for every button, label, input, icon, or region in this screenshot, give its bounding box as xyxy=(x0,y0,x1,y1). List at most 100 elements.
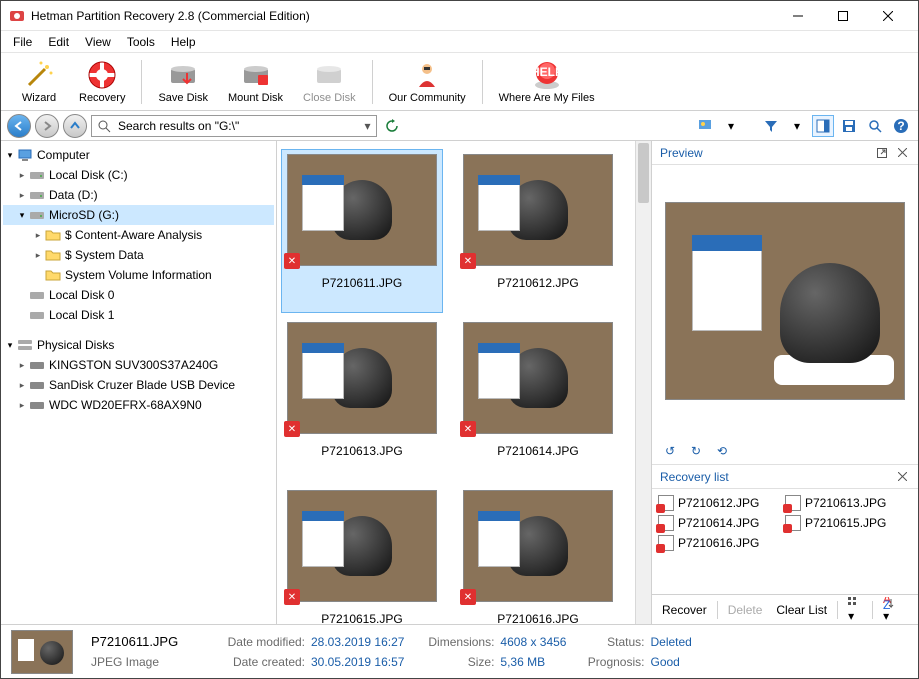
scrollbar[interactable] xyxy=(635,141,651,624)
status-created: 30.05.2019 16:57 xyxy=(311,655,404,669)
menu-help[interactable]: Help xyxy=(163,32,204,52)
wand-icon xyxy=(23,59,55,91)
preview-toggle[interactable] xyxy=(812,115,834,137)
recovery-list-item[interactable]: P7210614.JPG xyxy=(658,513,785,533)
thumbnail-image: ✕ xyxy=(287,490,437,602)
status-status: Deleted xyxy=(650,635,691,649)
tree-system-data[interactable]: ▸$ System Data xyxy=(3,245,274,265)
help-button[interactable]: ? xyxy=(890,115,912,137)
disk-close-icon xyxy=(313,59,345,91)
search-button[interactable] xyxy=(864,115,886,137)
thumbnail-image: ✕ xyxy=(463,322,613,434)
address-dropdown[interactable]: ▾ xyxy=(360,119,376,133)
tree-svi[interactable]: ▸System Volume Information xyxy=(3,265,274,285)
filter-button[interactable] xyxy=(760,115,782,137)
tree-physical[interactable]: ▾Physical Disks xyxy=(3,335,274,355)
close-button[interactable] xyxy=(865,2,910,30)
folder-icon xyxy=(45,227,61,243)
nav-back-button[interactable] xyxy=(7,114,31,138)
file-list: ✕P7210611.JPG✕P7210612.JPG✕P7210613.JPG✕… xyxy=(277,141,652,624)
clear-list-button[interactable]: Clear List xyxy=(772,601,831,619)
recovery-list-item[interactable]: P7210613.JPG xyxy=(785,493,912,513)
refresh-button[interactable] xyxy=(381,115,403,137)
file-thumbnail[interactable]: ✕P7210614.JPG xyxy=(457,317,619,481)
rotate-right-button[interactable]: ↻ xyxy=(688,443,704,459)
toolbar-separator xyxy=(482,60,483,104)
deleted-badge: ✕ xyxy=(284,421,300,437)
recovery-list-item[interactable]: P7210616.JPG xyxy=(658,533,785,553)
thumbnail-label: P7210612.JPG xyxy=(497,276,578,290)
svg-text:?: ? xyxy=(897,119,904,133)
recovery-list-close[interactable] xyxy=(894,469,910,485)
community-button[interactable]: Our Community xyxy=(379,55,476,109)
view-mode-button[interactable]: ▾ xyxy=(844,595,866,625)
file-thumbnail[interactable]: ✕P7210615.JPG xyxy=(281,485,443,624)
view-dropdown[interactable]: ▾ xyxy=(720,115,742,137)
file-thumbnail[interactable]: ✕P7210613.JPG xyxy=(281,317,443,481)
nav-forward-button[interactable] xyxy=(35,114,59,138)
nav-up-button[interactable] xyxy=(63,114,87,138)
status-filetype: JPEG Image xyxy=(91,655,201,669)
folder-tree[interactable]: ▾Computer ▸Local Disk (C:) ▸Data (D:) ▾M… xyxy=(1,141,277,624)
file-icon xyxy=(658,495,674,511)
maximize-button[interactable] xyxy=(820,2,865,30)
menu-bar: File Edit View Tools Help xyxy=(1,31,918,53)
tree-local-c[interactable]: ▸Local Disk (C:) xyxy=(3,165,274,185)
thumbnail-label: P7210611.JPG xyxy=(322,276,403,290)
rotate-left-button[interactable]: ↺ xyxy=(662,443,678,459)
svg-text:HELP: HELP xyxy=(531,65,563,79)
tree-wdc[interactable]: ▸WDC WD20EFRX-68AX9N0 xyxy=(3,395,274,415)
menu-view[interactable]: View xyxy=(77,32,119,52)
recovery-list-item[interactable]: P7210612.JPG xyxy=(658,493,785,513)
save-disk-button[interactable]: Save Disk xyxy=(148,55,218,109)
menu-tools[interactable]: Tools xyxy=(119,32,163,52)
filter-dropdown[interactable]: ▾ xyxy=(786,115,808,137)
recover-button[interactable]: Recover xyxy=(658,601,711,619)
address-field[interactable]: Search results on "G:\" ▾ xyxy=(91,115,377,137)
status-dimensions: 4608 x 3456 xyxy=(500,635,566,649)
rotate-180-button[interactable]: ⟲ xyxy=(714,443,730,459)
sort-button[interactable]: AZ ▾ xyxy=(879,595,899,625)
deleted-badge: ✕ xyxy=(460,589,476,605)
lifebuoy-icon xyxy=(86,59,118,91)
menu-file[interactable]: File xyxy=(5,32,40,52)
disks-icon xyxy=(17,337,33,353)
tree-microsd[interactable]: ▾MicroSD (G:) xyxy=(3,205,274,225)
file-icon xyxy=(658,535,674,551)
recovery-list-body[interactable]: P7210612.JPGP7210613.JPGP7210614.JPGP721… xyxy=(652,489,918,594)
status-filename: P7210611.JPG xyxy=(91,634,201,649)
deleted-badge: ✕ xyxy=(284,589,300,605)
svg-text:Z: Z xyxy=(883,598,890,609)
scrollbar-thumb[interactable] xyxy=(638,143,649,203)
preview-close[interactable] xyxy=(894,145,910,161)
tree-data-d[interactable]: ▸Data (D:) xyxy=(3,185,274,205)
tree-kingston[interactable]: ▸KINGSTON SUV300S37A240G xyxy=(3,355,274,375)
menu-edit[interactable]: Edit xyxy=(40,32,77,52)
minimize-button[interactable] xyxy=(775,2,820,30)
tree-content-aware[interactable]: ▸$ Content-Aware Analysis xyxy=(3,225,274,245)
thumbnail-image: ✕ xyxy=(463,154,613,266)
file-thumbnail[interactable]: ✕P7210616.JPG xyxy=(457,485,619,624)
save-button[interactable] xyxy=(838,115,860,137)
thumbnail-grid[interactable]: ✕P7210611.JPG✕P7210612.JPG✕P7210613.JPG✕… xyxy=(277,141,651,624)
drive-icon xyxy=(29,287,45,303)
file-thumbnail[interactable]: ✕ P7210612.JPG xyxy=(457,149,619,313)
hdd-icon xyxy=(29,357,45,373)
preview-rotate-bar: ↺ ↻ ⟲ xyxy=(652,437,918,465)
tree-sandisk[interactable]: ▸SanDisk Cruzer Blade USB Device xyxy=(3,375,274,395)
disk-mount-icon xyxy=(240,59,272,91)
view-icons-button[interactable] xyxy=(694,115,716,137)
tree-local-disk-1[interactable]: ▸Local Disk 1 xyxy=(3,305,274,325)
recovery-button[interactable]: Recovery xyxy=(69,55,135,109)
preview-popout[interactable] xyxy=(874,145,890,161)
wizard-button[interactable]: Wizard xyxy=(9,55,69,109)
preview-title: Preview xyxy=(660,146,703,160)
recovery-list-item[interactable]: P7210615.JPG xyxy=(785,513,912,533)
mount-disk-button[interactable]: Mount Disk xyxy=(218,55,293,109)
where-files-button[interactable]: HELP Where Are My Files xyxy=(489,55,605,109)
tree-local-disk-0[interactable]: ▸Local Disk 0 xyxy=(3,285,274,305)
recovery-list-header: Recovery list xyxy=(652,465,918,489)
tree-computer[interactable]: ▾Computer xyxy=(3,145,274,165)
recovery-list-panel: Recovery list P7210612.JPGP7210613.JPGP7… xyxy=(652,465,918,624)
file-thumbnail[interactable]: ✕P7210611.JPG xyxy=(281,149,443,313)
